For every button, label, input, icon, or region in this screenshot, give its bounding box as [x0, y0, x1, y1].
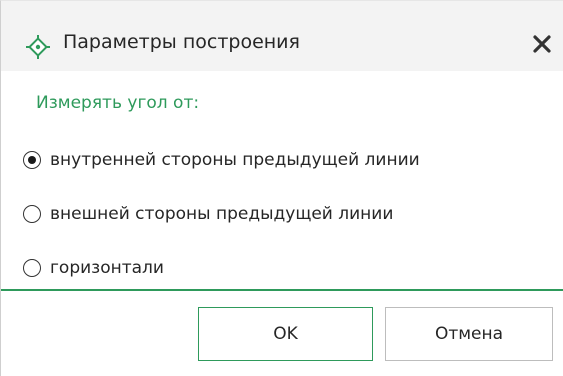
footer-divider: [1, 289, 563, 291]
app-diamond-icon: [25, 34, 51, 60]
radio-button[interactable]: [23, 205, 41, 223]
dialog: Параметры построения Измерять угол от: в…: [0, 0, 563, 376]
close-icon: [533, 35, 551, 53]
close-button[interactable]: [529, 31, 555, 57]
radio-button[interactable]: [23, 259, 41, 277]
radio-button[interactable]: [23, 151, 41, 169]
radio-horizontal[interactable]: горизонтали: [23, 253, 164, 283]
radio-label: горизонтали: [50, 258, 164, 278]
measure-angle-label: Измерять угол от:: [36, 93, 200, 113]
title-bar: Параметры построения: [1, 1, 563, 71]
radio-label: внешней стороны предыдущей линии: [50, 204, 394, 224]
radio-outer-side[interactable]: внешней стороны предыдущей линии: [23, 199, 393, 229]
radio-selected-dot: [28, 156, 36, 164]
radio-inner-side[interactable]: внутренней стороны предыдущей линии: [23, 145, 420, 175]
cancel-button[interactable]: Отмена: [385, 307, 553, 361]
radio-label: внутренней стороны предыдущей линии: [50, 150, 420, 170]
ok-button[interactable]: OK: [198, 307, 373, 361]
dialog-title: Параметры построения: [63, 31, 300, 53]
